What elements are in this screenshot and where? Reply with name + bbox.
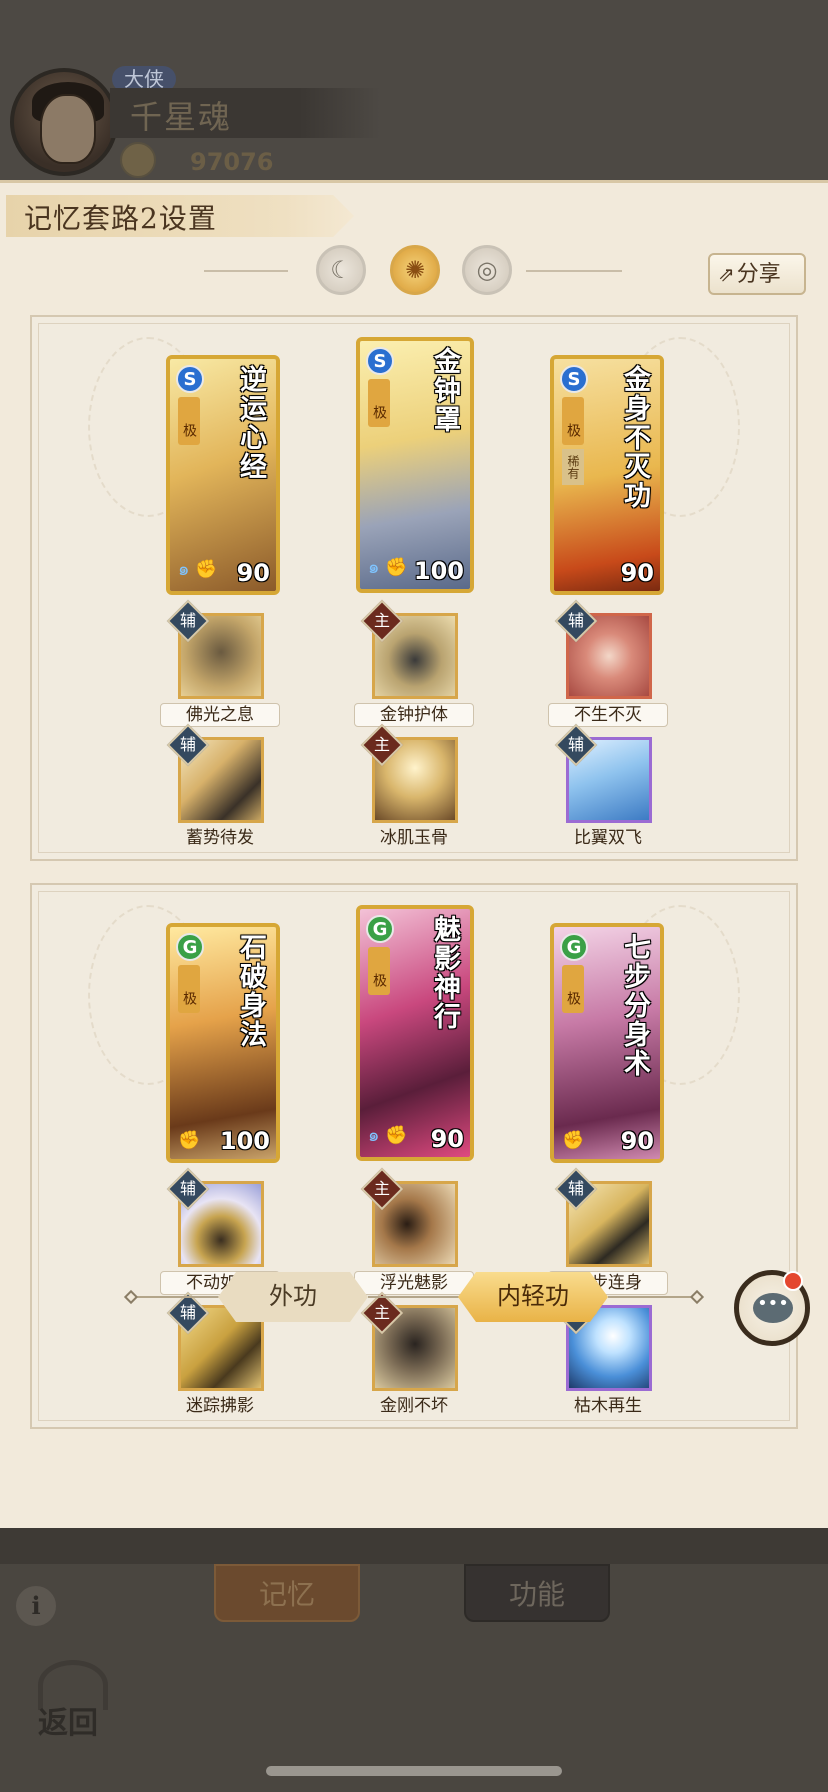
tab-line-left [130,1296,222,1298]
chat-bubble-icon: ••• [753,1293,793,1323]
slot-selector: ☾ ✺ ◎ [0,245,828,295]
card-meta-icons: ๑ ✊ [178,559,218,580]
card-type-badge: S [560,365,588,393]
card-meta-icons: ๑ ✊ [368,1125,408,1146]
skill-seven-steps[interactable]: 辅 [554,1167,652,1267]
skill-label: 枯木再生 [574,1396,642,1416]
skill-label: 比翼双飞 [574,828,642,848]
avatar-face [40,94,96,164]
card-1-2[interactable]: S 极 金钟罩 ๑ ✊ 100 [356,337,474,593]
card-name: 七步分身术 [619,933,650,1078]
card-meta-icons: ✊ [178,1130,201,1151]
card-type-badge: G [560,933,588,961]
card-name: 魅影神行 [429,915,460,1031]
card-2-2[interactable]: G 极 魅影神行 ๑ ✊ 90 [356,905,474,1161]
card-name: 逆运心经 [235,365,266,481]
power-icon [120,142,156,178]
moon-icon: ☾ [330,256,352,284]
skill-ice-skin[interactable]: 主 [360,723,458,823]
slot-line-right [526,270,622,272]
bottom-strip [0,1528,828,1564]
tab-inner-skill[interactable]: 内轻功 [458,1272,608,1322]
panel-title: 记忆套路2设置 [24,202,217,235]
skill-label: 金钟护体 [354,703,474,727]
slot-3-button[interactable]: ◎ [462,245,512,295]
power-value: 97076 [190,148,274,176]
card-level: 100 [413,557,464,585]
memory-tab[interactable]: 记忆 [214,1564,360,1622]
skill-label: 金刚不坏 [380,1396,448,1416]
light-skill-group: G 极 石破身法 ✊ 100 G 极 魅影神行 ๑ ✊ 90 G 极 七步分身术… [30,883,798,1429]
card-type-badge: G [176,933,204,961]
skill-immovable[interactable]: 辅 [166,1167,264,1267]
tab-line-right [608,1296,698,1298]
card-grade-tag: 极 [368,379,390,427]
tab-line-middle [368,1296,460,1298]
card-level: 90 [620,559,654,587]
card-name: 金身不灭功 [619,365,650,510]
card-2-3[interactable]: G 极 七步分身术 ✊ 90 [550,923,664,1163]
sun-icon: ✺ [404,256,426,284]
memory-setup-panel: 记忆套路2设置 ☾ ✺ ◎ ⇗分享 S 极 逆运心经 ๑ ✊ 90 S 极 金钟… [0,180,828,1528]
card-meta-icons: ✊ [562,1130,585,1151]
skill-diamond-body[interactable]: 主 [360,1291,458,1391]
ring-icon: ◎ [476,256,498,284]
card-level: 90 [236,559,270,587]
card-level: 90 [620,1127,654,1155]
chat-button[interactable]: ••• [734,1270,810,1346]
player-name: 千星魂 [130,98,233,136]
card-type-badge: S [176,365,204,393]
card-rare-tag: 稀有 [562,449,584,485]
skill-label: 蓄势待发 [186,828,254,848]
share-label: 分享 [736,262,781,287]
card-level: 90 [430,1125,464,1153]
card-name: 石破身法 [235,933,266,1049]
function-tab[interactable]: 功能 [464,1564,610,1622]
card-2-1[interactable]: G 极 石破身法 ✊ 100 [166,923,280,1163]
skill-twin-wings[interactable]: 辅 [554,723,652,823]
share-button[interactable]: ⇗分享 [708,253,806,295]
card-type-badge: G [366,915,394,943]
skill-poised[interactable]: 辅 [166,723,264,823]
skill-label: 浮光魅影 [354,1271,474,1295]
card-meta-icons: ๑ ✊ [368,557,408,578]
card-name: 金钟罩 [429,347,460,434]
skill-label: 不生不灭 [548,703,668,727]
internal-skill-group: S 极 逆运心经 ๑ ✊ 90 S 极 金钟罩 ๑ ✊ 100 S 极 稀有 金… [30,315,798,861]
slot-2-button[interactable]: ✺ [390,245,440,295]
card-level: 100 [219,1127,270,1155]
back-label: 返回 [38,1706,98,1741]
card-grade-tag: 极 [562,397,584,445]
slot-1-button[interactable]: ☾ [316,245,366,295]
card-type-badge: S [366,347,394,375]
player-avatar[interactable] [10,68,118,176]
slot-line-left [204,270,288,272]
card-grade-tag: 极 [368,947,390,995]
tab-outer-skill[interactable]: 外功 [218,1272,368,1322]
skill-label: 佛光之息 [160,703,280,727]
skill-undying[interactable]: 辅 [554,599,652,699]
skill-label: 冰肌玉骨 [380,828,448,848]
skill-buddha-breath[interactable]: 辅 [166,599,264,699]
card-grade-tag: 极 [562,965,584,1013]
info-icon[interactable]: i [14,1584,58,1628]
skill-label: 迷踪拂影 [186,1396,254,1416]
card-1-3[interactable]: S 极 稀有 金身不灭功 90 [550,355,664,595]
card-grade-tag: 极 [178,397,200,445]
card-grade-tag: 极 [178,965,200,1013]
notification-dot [783,1271,803,1291]
back-button[interactable]: 返回 [30,1660,130,1741]
skill-golden-bell[interactable]: 主 [360,599,458,699]
share-icon: ⇗ [718,262,735,286]
home-indicator [266,1766,562,1776]
skill-floating-shadow[interactable]: 主 [360,1167,458,1267]
card-1-1[interactable]: S 极 逆运心经 ๑ ✊ 90 [166,355,280,595]
